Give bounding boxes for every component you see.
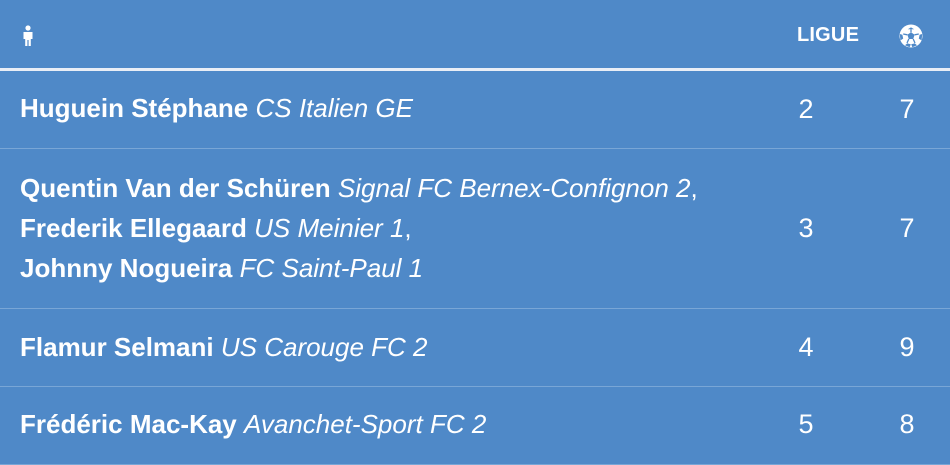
player-name: Quentin Van der Schüren	[20, 173, 331, 203]
player-separator: ,	[690, 173, 698, 203]
person-icon	[20, 25, 36, 47]
player-club: Avanchet-Sport FC 2	[244, 409, 487, 439]
table-header: LIGUE	[0, 0, 950, 71]
goals-value: 7	[899, 213, 915, 243]
player-name: Flamur Selmani	[20, 332, 214, 362]
table-row: Quentin Van der Schüren Signal FC Bernex…	[0, 149, 950, 309]
players-cell: Frédéric Mac-Kay Avanchet-Sport FC 2	[20, 404, 486, 444]
player-name: Frédéric Mac-Kay	[20, 409, 237, 439]
player-name: Huguein Stéphane	[20, 93, 249, 123]
player-club: CS Italien GE	[255, 93, 413, 123]
player-separator: ,	[404, 213, 412, 243]
ligue-column-header: LIGUE	[797, 24, 860, 46]
player-name: Johnny Nogueira	[20, 253, 233, 283]
player-entry: Flamur Selmani US Carouge FC 2	[20, 327, 428, 367]
players-cell: Flamur Selmani US Carouge FC 2	[20, 327, 428, 367]
player-club: FC Saint-Paul 1	[239, 253, 424, 283]
player-club: US Carouge FC 2	[220, 332, 428, 362]
table-row: Flamur Selmani US Carouge FC 2 4 9	[0, 309, 950, 387]
scorers-table: LIGUE Huguein Stéphane CS Italien GE 2 7…	[0, 0, 950, 465]
players-cell: Quentin Van der Schüren Signal FC Bernex…	[20, 168, 698, 288]
player-entry: Johnny Nogueira FC Saint-Paul 1	[20, 248, 698, 288]
player-club: US Meinier 1	[254, 213, 405, 243]
goals-value: 7	[899, 94, 915, 124]
goals-value: 8	[899, 409, 915, 439]
ligue-value: 3	[798, 213, 814, 243]
goals-value: 9	[899, 332, 915, 362]
table-row: Frédéric Mac-Kay Avanchet-Sport FC 2 5 8	[0, 387, 950, 465]
ligue-value: 4	[798, 332, 814, 362]
player-entry: Huguein Stéphane CS Italien GE	[20, 88, 413, 128]
player-entry: Frederik Ellegaard US Meinier 1,	[20, 208, 698, 248]
ligue-value: 2	[798, 94, 814, 124]
player-entry: Quentin Van der Schüren Signal FC Bernex…	[20, 168, 698, 208]
ligue-value: 5	[798, 409, 814, 439]
player-club: Signal FC Bernex-Confignon 2	[337, 173, 691, 203]
table-row: Huguein Stéphane CS Italien GE 2 7	[0, 71, 950, 149]
players-cell: Huguein Stéphane CS Italien GE	[20, 88, 413, 128]
player-entry: Frédéric Mac-Kay Avanchet-Sport FC 2	[20, 404, 486, 444]
soccer-ball-icon	[898, 23, 924, 49]
player-name: Frederik Ellegaard	[20, 213, 247, 243]
